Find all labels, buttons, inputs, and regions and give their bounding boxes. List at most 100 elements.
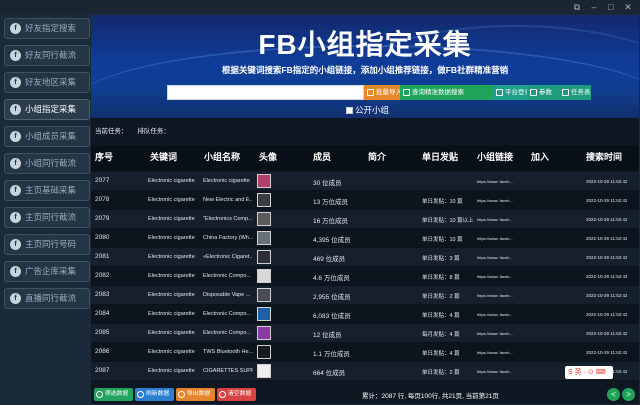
table-row[interactable]: 2083 Electronic cigarette Disposable Vap… <box>91 286 639 305</box>
search-icon <box>403 89 410 96</box>
col-avatar[interactable]: 头像 <box>259 150 277 163</box>
batch-import-button[interactable]: 批量导入 <box>364 85 402 100</box>
public-group-label: 公开小组 <box>355 105 390 115</box>
table-row[interactable]: 2080 Electronic cigarette China Factory … <box>91 229 639 248</box>
clear-data-button[interactable]: 清空数据 <box>217 388 256 401</box>
sidebar-item-group-collect[interactable]: f 小组指定采集 <box>4 99 90 120</box>
cell-group-link[interactable]: https://www. faceb... <box>477 293 517 298</box>
col-join[interactable]: 加入 <box>531 150 549 163</box>
sidebar-item-page-intercept[interactable]: f 主页同行截流 <box>4 207 90 228</box>
ime-toolbar[interactable]: S 英 · ⊙ ⌨ <box>565 366 613 379</box>
task-status: 当前任务： 排队任务： <box>95 125 178 135</box>
table-row[interactable]: 2087 Electronic cigarette CIGARETTES SUP… <box>91 362 639 381</box>
facebook-icon: f <box>10 50 21 61</box>
cell-members: 664 位成员 <box>313 370 346 377</box>
col-group-name[interactable]: 小组名称 <box>204 150 240 163</box>
close-button[interactable]: ✕ <box>621 0 635 14</box>
sidebar-item-group-members[interactable]: f 小组成员采集 <box>4 126 90 147</box>
cell-group-name: Electronic Compo... <box>203 311 251 317</box>
col-members[interactable]: 成员 <box>313 150 331 163</box>
cell-group-name: "Electronics Comp... <box>203 216 253 222</box>
prev-page-button[interactable]: < <box>607 388 620 401</box>
query-button[interactable]: 查询精准数据搜索 <box>400 85 493 100</box>
public-group-checkbox[interactable]: 公开小组 <box>346 104 389 116</box>
filter-data-button[interactable]: 筛选数据 <box>94 388 133 401</box>
cell-group-link[interactable]: https://www. faceb... <box>477 274 517 279</box>
group-avatar <box>257 174 271 188</box>
group-avatar <box>257 231 271 245</box>
sidebar-item-friend-intercept[interactable]: f 好友同行截流 <box>4 45 90 66</box>
table-row[interactable]: 2079 Electronic cigarette "Electronics C… <box>91 210 639 229</box>
col-keyword[interactable]: 关键词 <box>150 150 177 163</box>
cell-members: 469 位成员 <box>313 256 346 263</box>
platform-login-label: 平台登录 <box>505 89 531 96</box>
sidebar-item-friend-region[interactable]: f 好友地区采集 <box>4 72 90 93</box>
current-task-label: 当前任务： <box>95 128 128 135</box>
table-row[interactable]: 2084 Electronic cigarette Electronic Com… <box>91 305 639 324</box>
cell-search-time: 2022-10-29 11:52:42 <box>586 293 628 298</box>
cell-index: 2087 <box>95 367 110 374</box>
platform-login-button[interactable]: 平台登录 <box>493 85 531 100</box>
sidebar-item-ad-library[interactable]: f 广告企库采集 <box>4 261 90 282</box>
cell-group-link[interactable]: https://www. faceb... <box>477 179 517 184</box>
cell-group-name: CIGARETTES SUPPLI... <box>203 368 253 374</box>
keyword-search-input[interactable] <box>167 85 364 100</box>
facebook-icon: f <box>10 185 21 196</box>
table-row[interactable]: 2078 Electronic cigarette New Electric a… <box>91 191 639 210</box>
table-row[interactable]: 2085 Electronic cigarette Electronic Com… <box>91 324 639 343</box>
sidebar-item-page-basic[interactable]: f 主页基础采集 <box>4 180 90 201</box>
export-data-button[interactable]: 导出数据 <box>176 388 215 401</box>
col-group-link[interactable]: 小组链接 <box>477 150 513 163</box>
queued-task-label: 排队任务： <box>137 128 170 135</box>
sidebar-item-live-intercept[interactable]: f 直播同行截流 <box>4 288 90 309</box>
minimize-button[interactable]: – <box>587 0 601 14</box>
task-list-button[interactable]: 任务表 <box>559 85 591 100</box>
params-button[interactable]: 参数 <box>527 85 559 100</box>
table-row[interactable]: 2077 Electronic cigarette Electronic cig… <box>91 172 639 191</box>
cell-group-link[interactable]: https://www. faceb... <box>477 350 517 355</box>
table-body: 2077 Electronic cigarette Electronic cig… <box>91 172 639 381</box>
cell-group-link[interactable]: https://www. faceb... <box>477 331 517 336</box>
restore-icon[interactable]: ⧉ <box>570 0 584 14</box>
table-header: 序号 关键词 小组名称 头像 成员 简介 单日发贴 小组链接 加入 搜索时间 <box>91 145 639 171</box>
refresh-icon <box>137 391 144 398</box>
maximize-button[interactable]: □ <box>604 0 618 14</box>
cell-group-link[interactable]: https://www. faceb... <box>477 198 517 203</box>
col-search-time[interactable]: 搜索时间 <box>586 150 622 163</box>
cell-group-link[interactable]: https://www. faceb... <box>477 236 517 241</box>
sidebar-item-page-phone[interactable]: f 主页同行号码 <box>4 234 90 255</box>
cell-keyword: Electronic cigarette <box>148 292 195 298</box>
filter-data-label: 筛选数据 <box>105 391 129 397</box>
cell-search-time: 2022-10-29 11:52:42 <box>586 198 628 203</box>
cell-keyword: Electronic cigarette <box>148 311 195 317</box>
group-avatar <box>257 212 271 226</box>
facebook-icon: f <box>10 293 21 304</box>
next-page-button[interactable]: > <box>622 388 635 401</box>
col-intro[interactable]: 简介 <box>368 150 386 163</box>
sidebar-item-group-intercept[interactable]: f 小组同行截流 <box>4 153 90 174</box>
table-row[interactable]: 2081 Electronic cigarette «Electronic Ci… <box>91 248 639 267</box>
cell-daily-posts: 单日发贴：10 篇 <box>422 237 463 243</box>
facebook-icon: f <box>10 239 21 250</box>
cell-index: 2081 <box>95 253 110 260</box>
cell-group-link[interactable]: https://www. faceb... <box>477 217 517 222</box>
sidebar-item-friend-search[interactable]: f 好友指定搜索 <box>4 18 90 39</box>
cell-group-link[interactable]: https://www. faceb... <box>477 369 517 374</box>
cell-keyword: Electronic cigarette <box>148 178 195 184</box>
facebook-icon: f <box>10 23 21 34</box>
cell-index: 2086 <box>95 348 110 355</box>
cell-group-name: Electronic Compo... <box>203 273 251 279</box>
refresh-data-button[interactable]: 刷新数据 <box>135 388 174 401</box>
cell-group-name: Disposable Vape ... <box>203 292 251 298</box>
table-row[interactable]: 2086 Electronic cigarette TWS Bluetooth … <box>91 343 639 362</box>
cell-group-link[interactable]: https://www. faceb... <box>477 255 517 260</box>
cell-index: 2080 <box>95 234 110 241</box>
col-daily-posts[interactable]: 单日发贴 <box>422 150 458 163</box>
filter-icon <box>96 391 103 398</box>
cell-group-link[interactable]: https://www. faceb... <box>477 312 517 317</box>
sidebar-item-label: 好友同行截流 <box>25 50 77 60</box>
table-row[interactable]: 2082 Electronic cigarette Electronic Com… <box>91 267 639 286</box>
cell-daily-posts: 每月发贴：4 篇 <box>422 332 460 338</box>
col-index[interactable]: 序号 <box>95 150 113 163</box>
cell-index: 2077 <box>95 177 110 184</box>
